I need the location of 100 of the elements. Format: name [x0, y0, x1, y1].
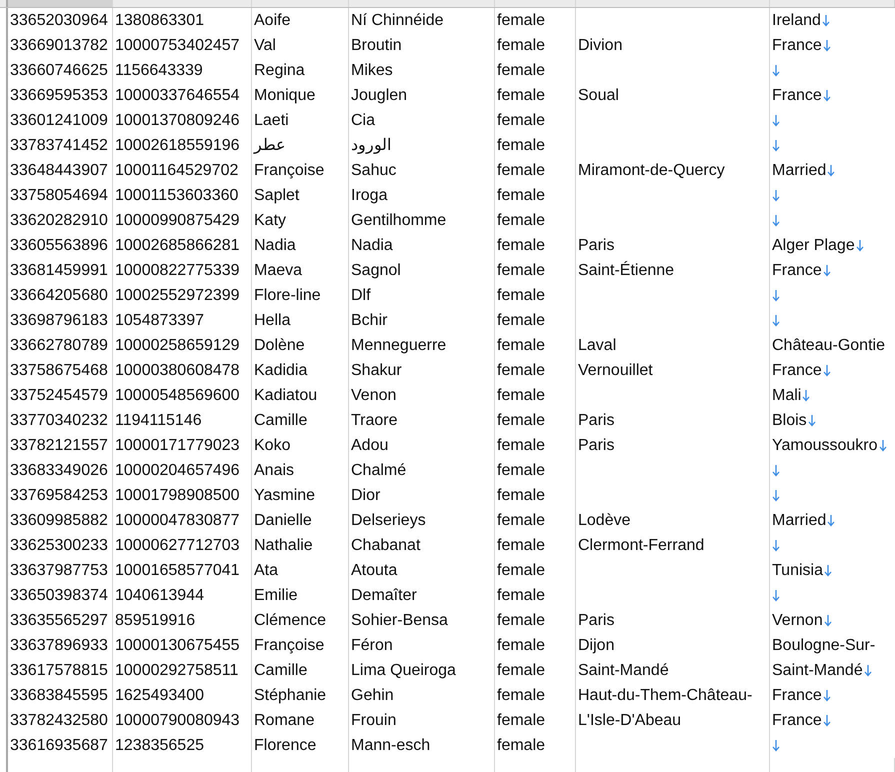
table-cell: 10001798908500 — [115, 486, 240, 506]
table-cell: 1054873397 — [115, 310, 204, 330]
table-cell: Sahuc — [351, 160, 396, 180]
table-cell: Yamoussoukro — [772, 436, 878, 456]
table-cell: female — [497, 636, 546, 656]
table-cell: 1194115146 — [115, 410, 202, 430]
table-cell: 33669595353 — [10, 86, 108, 106]
table-cell: Saplet — [254, 186, 300, 206]
table-cell: 33617578815 — [10, 660, 108, 680]
table-cell: Lima Queiroga — [351, 660, 456, 680]
table-cell: Vernouillet — [578, 360, 653, 380]
table-cell: Ata — [254, 560, 278, 580]
table-cell: Katy — [254, 210, 286, 230]
table-cell: female — [497, 136, 546, 156]
table-cell: Dlf — [351, 286, 371, 306]
table-cell: 33783741452 — [10, 136, 108, 156]
table-cell: 33782432580 — [10, 710, 108, 730]
table-cell: Demaîter — [351, 586, 417, 606]
table-cell: female — [497, 186, 546, 206]
table-cell: 10002618559196 — [115, 136, 240, 156]
table-cell: Florence — [254, 736, 316, 756]
table-cell: Yasmine — [254, 486, 316, 506]
table-cell: 10001153603360 — [115, 186, 238, 206]
table-cell: 33609985882 — [10, 510, 108, 530]
table-cell: 33625300233 — [10, 536, 108, 556]
table-cell: France — [772, 686, 822, 706]
table-cell: 33662780789 — [10, 336, 108, 356]
table-cell: 33601241009 — [10, 110, 108, 130]
table-cell: female — [497, 286, 546, 306]
table-cell: 10001658577041 — [115, 560, 240, 580]
table-cell: 33650398374 — [10, 586, 108, 606]
table-cell: France — [772, 36, 822, 56]
table-cell: Venon — [351, 386, 396, 406]
table-cell: Tunisia — [772, 560, 823, 580]
table-cell: 1380863301 — [115, 10, 204, 30]
table-cell: 10000171779023 — [115, 436, 240, 456]
table-cell: Sohier-Bensa — [351, 610, 448, 630]
table-cell: female — [497, 660, 546, 680]
table-cell: female — [497, 410, 546, 430]
table-cell: Haut-du-Them-Château- — [578, 686, 752, 706]
table-cell: 1040613944 — [115, 586, 204, 606]
table-cell: Dolène — [254, 336, 305, 356]
table-cell: 10002685866281 — [115, 236, 240, 256]
table-cell: Emilie — [254, 586, 298, 606]
table-cell: female — [497, 210, 546, 230]
table-cell: Cia — [351, 110, 376, 130]
table-cell: Boulogne-Sur- — [772, 636, 876, 656]
table-cell: Nadia — [254, 236, 296, 256]
table-cell: Anais — [254, 460, 294, 480]
table-cell: Married — [772, 160, 826, 180]
table-cell: 10000292758511 — [115, 660, 238, 680]
table-cell: female — [497, 736, 546, 756]
table-cell: France — [772, 710, 822, 730]
table-cell: 33652030964 — [10, 10, 108, 30]
table-cell: 33637896933 — [10, 636, 108, 656]
table-cell: female — [497, 86, 546, 106]
table-cell: Ireland — [772, 10, 821, 30]
table-cell: Married — [772, 510, 826, 530]
table-cell: female — [497, 160, 546, 180]
table-cell: female — [497, 686, 546, 706]
table-cell: 1238356525 — [115, 736, 204, 756]
table-cell: Gehin — [351, 686, 394, 706]
table-cell: 10000047830877 — [115, 510, 240, 530]
table-cell: 10000337646554 — [115, 86, 240, 106]
table-cell: Paris — [578, 410, 614, 430]
table-cell: 33660746625 — [10, 60, 108, 80]
table-cell: 33616935687 — [10, 736, 108, 756]
table-cell: 33648443907 — [10, 160, 108, 180]
table-cell: 10000990875429 — [115, 210, 240, 230]
table-cell: female — [497, 236, 546, 256]
column-header[interactable] — [8, 0, 113, 7]
table-cell: 10000380608478 — [115, 360, 240, 380]
table-cell: Atouta — [351, 560, 398, 580]
table-cell: Maeva — [254, 260, 302, 280]
table-cell: 33752454579 — [10, 386, 108, 406]
table-cell: Flore-line — [254, 286, 321, 306]
table-cell: Val — [254, 36, 276, 56]
table-cell: female — [497, 436, 546, 456]
table-cell: Saint-Mandé — [578, 660, 669, 680]
table-cell: Paris — [578, 436, 614, 456]
table-cell: 33637987753 — [10, 560, 108, 580]
table-cell: 33620282910 — [10, 210, 108, 230]
table-cell: Frouin — [351, 710, 396, 730]
table-cell: Paris — [578, 610, 614, 630]
table-cell: Koko — [254, 436, 290, 456]
table-cell: Kadiatou — [254, 386, 318, 406]
table-cell: Paris — [578, 236, 614, 256]
table-cell: Camille — [254, 410, 308, 430]
table-cell: 859519916 — [115, 610, 196, 630]
table-cell: Delserieys — [351, 510, 426, 530]
table-cell: Stéphanie — [254, 686, 326, 706]
table-cell: Mali — [772, 386, 802, 406]
table-cell: Nadia — [351, 236, 393, 256]
table-cell: Soual — [578, 86, 619, 106]
table-cell: female — [497, 10, 546, 30]
table-cell: 1156643339 — [115, 60, 203, 80]
table-cell: 10001164529702 — [115, 160, 238, 180]
table-cell: 10001370809246 — [115, 110, 240, 130]
table-cell: Kadidia — [254, 360, 308, 380]
table-cell: female — [497, 336, 546, 356]
